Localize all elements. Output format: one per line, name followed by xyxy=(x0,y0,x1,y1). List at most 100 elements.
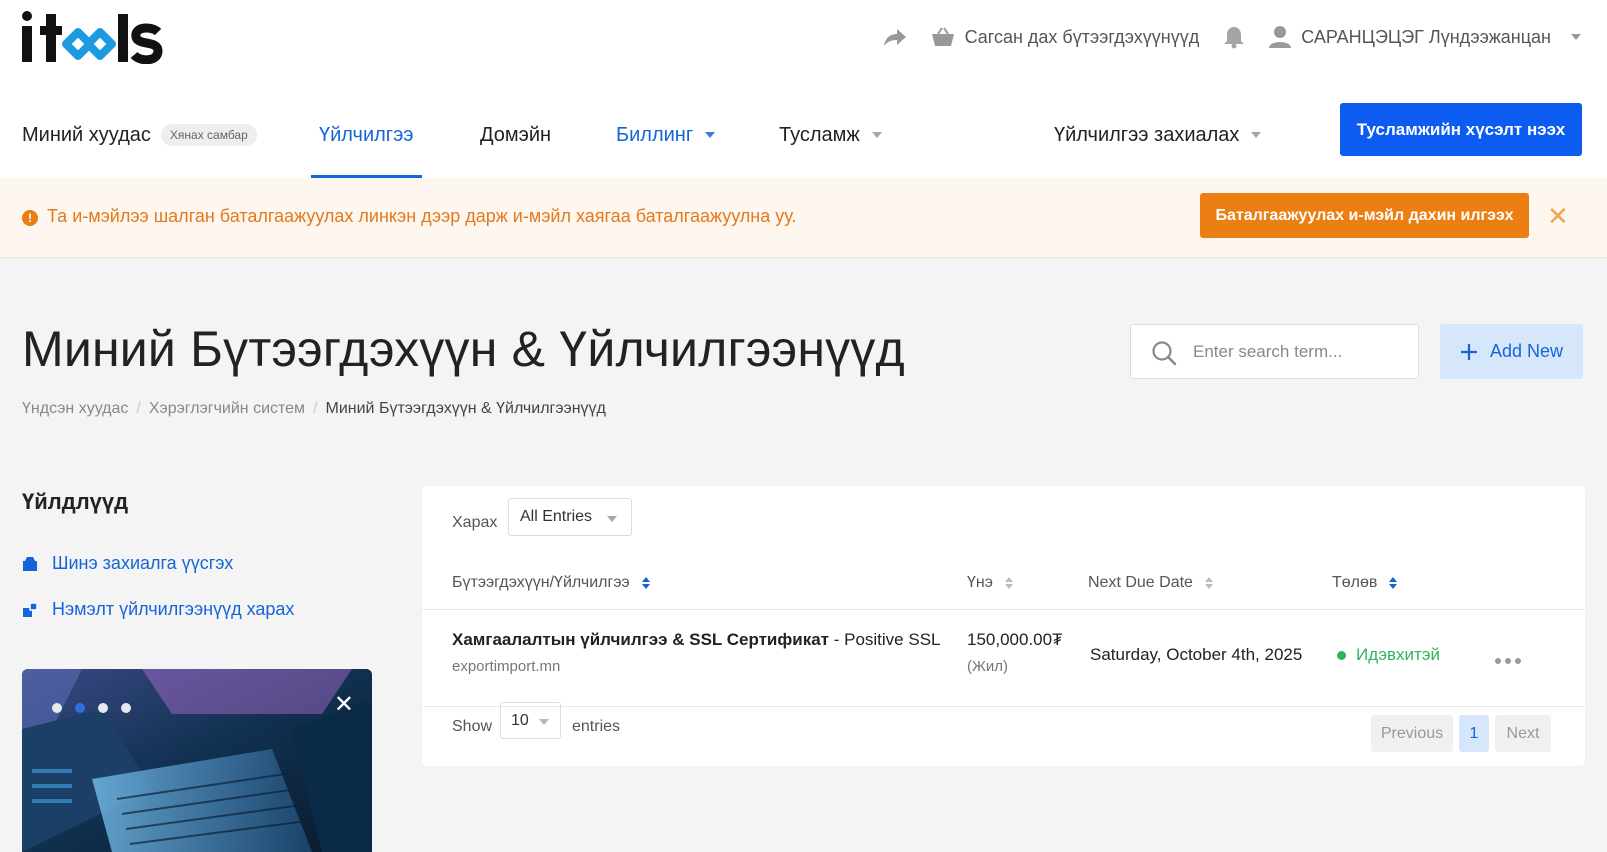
nav-services[interactable]: Үйлчилгээ xyxy=(311,92,422,178)
breadcrumb-client-area[interactable]: Хэрэглэгчийн систем xyxy=(149,400,305,418)
nav-my-page-label: Миний хуудас xyxy=(22,123,151,146)
sort-icon xyxy=(1204,577,1213,589)
open-support-ticket-button[interactable]: Тусламжийн хүсэлт нээх xyxy=(1340,103,1582,156)
cart-label: Сагсан дах бүтээгдэхүүнүүд xyxy=(964,26,1200,47)
pagination-next[interactable]: Next xyxy=(1495,715,1551,752)
pagination-previous[interactable]: Previous xyxy=(1371,715,1453,752)
itools-logo-icon xyxy=(22,11,163,64)
itools-logo[interactable] xyxy=(22,10,182,64)
status-badge: Идэвхитэй xyxy=(1337,645,1440,665)
column-header-due-date-label: Next Due Date xyxy=(1088,574,1193,591)
cart-link[interactable]: Сагсан дах бүтээгдэхүүнүүд xyxy=(931,26,1200,48)
notifications-button[interactable] xyxy=(1223,25,1245,49)
user-name: САРАНЦЭЦЭГ Лүндээжанцан xyxy=(1301,26,1551,47)
column-header-price[interactable]: Үнэ xyxy=(967,574,1013,592)
due-date-cell: Saturday, October 4th, 2025 xyxy=(1090,645,1303,664)
table-divider xyxy=(422,609,1585,610)
product-domain: exportimport.mn xyxy=(452,658,561,675)
top-header: Сагсан дах бүтээгдэхүүнүүд САРАНЦЭЦЭГ Лү… xyxy=(0,0,1607,178)
sort-icon xyxy=(1004,577,1013,589)
billing-cycle: (Жил) xyxy=(967,658,1008,675)
sidebar-title: Үйлдлүүд xyxy=(22,489,129,514)
column-header-status-label: Төлөв xyxy=(1332,574,1378,591)
carousel-dot-active[interactable] xyxy=(75,703,85,713)
nav-my-page[interactable]: Миний хуудас Хянах самбар xyxy=(22,92,257,178)
page-size-value: 10 xyxy=(511,711,529,729)
nav-billing-label: Биллинг xyxy=(616,123,694,146)
basket-icon xyxy=(931,27,954,46)
breadcrumb-separator: / xyxy=(313,400,318,417)
chevron-down-icon xyxy=(539,719,549,725)
breadcrumb-separator: / xyxy=(136,400,141,417)
status-label: Идэвхитэй xyxy=(1356,645,1440,664)
bag-icon xyxy=(23,556,37,571)
show-label: Show xyxy=(452,718,493,735)
chevron-down-icon xyxy=(871,132,882,138)
datacenter-illustration xyxy=(22,669,372,852)
services-table-card: Харах All Entries Бүтээгдэхүүн/Үйлчилгээ… xyxy=(422,486,1585,766)
search-field[interactable] xyxy=(1130,324,1419,379)
nav-order-services[interactable]: Үйлчилгээ захиалах xyxy=(1054,92,1262,178)
view-addons-link[interactable]: Нэмэлт үйлчилгээнүүд харах xyxy=(22,599,294,620)
carousel-dot[interactable] xyxy=(52,703,62,713)
addons-icon xyxy=(23,601,38,617)
page-title: Миний Бүтээгдэхүүн & Үйлчилгээнүүд xyxy=(22,321,905,377)
nav-support-label: Тусламж xyxy=(779,123,860,146)
chevron-down-icon xyxy=(705,132,716,138)
carousel-dot[interactable] xyxy=(98,703,108,713)
table-divider xyxy=(422,706,1585,707)
search-icon xyxy=(1152,341,1177,366)
resend-verification-button[interactable]: Баталгаажуулах и-мэйл дахин илгээх xyxy=(1200,193,1529,238)
product-cell: Хамгаалалтын үйлчилгээ & SSL Сертификат … xyxy=(452,630,941,675)
filter-label: Харах xyxy=(452,514,498,531)
user-menu[interactable]: САРАНЦЭЦЭГ Лүндээжанцан xyxy=(1269,25,1581,49)
breadcrumb: Үндсэн хуудас / Хэрэглэгчийн систем / Ми… xyxy=(22,400,606,418)
entries-label: entries xyxy=(572,718,621,735)
warning-icon: ! xyxy=(22,210,38,226)
nav-services-label: Үйлчилгээ xyxy=(319,123,414,146)
plus-icon xyxy=(1460,343,1477,360)
main-nav: Миний хуудас Хянах самбар Үйлчилгээ Домэ… xyxy=(22,92,1582,178)
user-icon xyxy=(1269,26,1292,48)
top-utility-bar: Сагсан дах бүтээгдэхүүнүүд САРАНЦЭЦЭГ Лү… xyxy=(883,20,1581,54)
promo-banner[interactable]: ✕ xyxy=(22,669,372,852)
bell-icon xyxy=(1224,27,1245,49)
new-order-link[interactable]: Шинэ захиалга үүсгэх xyxy=(22,553,233,574)
sort-icon xyxy=(1389,577,1398,589)
dashboard-badge: Хянах самбар xyxy=(160,124,257,146)
filter-value: All Entries xyxy=(520,508,593,525)
column-header-product-label: Бүтээгдэхүүн/Үйлчилгээ xyxy=(452,574,630,591)
column-header-due-date[interactable]: Next Due Date xyxy=(1088,574,1213,592)
column-header-status[interactable]: Төлөв xyxy=(1332,574,1398,592)
price-value: 150,000.00₮ xyxy=(967,630,1063,649)
price-cell: 150,000.00₮ (Жил) xyxy=(967,630,1062,675)
product-name: Хамгаалалтын үйлчилгээ & SSL Сертификат xyxy=(452,630,829,649)
search-input[interactable] xyxy=(1193,325,1413,378)
column-header-product[interactable]: Бүтээгдэхүүн/Үйлчилгээ xyxy=(452,574,650,592)
pagination-page-1[interactable]: 1 xyxy=(1459,715,1489,752)
add-new-label: Add New xyxy=(1489,341,1564,361)
breadcrumb-home[interactable]: Үндсэн хуудас xyxy=(22,400,128,418)
product-plan: - Positive SSL xyxy=(829,630,941,649)
new-order-label: Шинэ захиалга үүсгэх xyxy=(52,553,234,573)
close-icon[interactable]: ✕ xyxy=(334,693,354,717)
column-header-price-label: Үнэ xyxy=(967,574,993,591)
breadcrumb-current: Миний Бүтээгдэхүүн & Үйлчилгээнүүд xyxy=(325,400,606,417)
view-addons-label: Нэмэлт үйлчилгээнүүд харах xyxy=(52,599,295,619)
add-new-button[interactable]: Add New xyxy=(1440,324,1583,379)
carousel-dots xyxy=(52,703,131,713)
chevron-down-icon xyxy=(1251,132,1262,138)
chevron-down-icon xyxy=(607,516,617,522)
email-verification-alert: ! Та и-мэйлээ шалган баталгаажуулах линк… xyxy=(0,178,1607,258)
nav-support[interactable]: Тусламж xyxy=(779,92,882,178)
page-size-select[interactable]: 10 xyxy=(500,702,561,739)
nav-domains[interactable]: Домэйн xyxy=(480,92,551,178)
status-dot-icon xyxy=(1337,650,1346,660)
carousel-dot[interactable] xyxy=(121,703,131,713)
filter-select[interactable]: All Entries xyxy=(508,498,632,536)
close-icon[interactable]: ✕ xyxy=(1547,202,1569,230)
sort-icon xyxy=(641,577,650,589)
more-actions-icon[interactable] xyxy=(1495,658,1521,664)
share-button[interactable] xyxy=(883,27,907,47)
nav-billing[interactable]: Биллинг xyxy=(616,92,716,178)
